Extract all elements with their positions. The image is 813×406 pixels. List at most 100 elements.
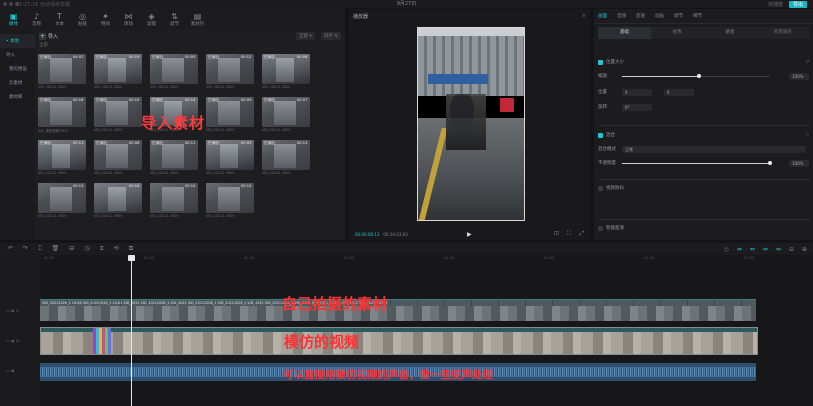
media-thumbnail[interactable]: 00:13 VID_20211..MOV <box>38 183 90 223</box>
opacity-label: 不透明度 <box>598 161 616 166</box>
filter-all-dropdown[interactable]: 全部 ▾ <box>296 32 315 40</box>
track-head-audio[interactable]: ▭ ◉ <box>6 368 15 373</box>
media-thumbnail[interactable]: 已添加 00:11 VID_20211..MOV <box>150 140 202 180</box>
clip-track-labels: VID_20211026_1 13:56 VID_20211026_1 14:0… <box>42 301 388 305</box>
sidebar-item-3[interactable]: · 云素材 <box>0 76 35 90</box>
media-thumbnail[interactable]: 00:16 VID_20211..MOV <box>94 183 146 223</box>
duration-label: 00:05 <box>241 141 252 145</box>
timeline-tool-icon[interactable]: ◷ <box>84 245 89 253</box>
timeline-tool-icon[interactable]: ⌶ <box>38 245 42 253</box>
props-tab-0[interactable]: 画面 <box>598 13 607 19</box>
file-name: VID_20211..MOV <box>206 85 235 89</box>
mix-mode-select[interactable]: 正常 <box>622 145 806 153</box>
toolbar-item-3[interactable]: ◎ 贴纸 <box>71 8 94 30</box>
media-thumbnail[interactable]: 00:15 VID_20211..MOV <box>206 183 258 223</box>
props-tab-4[interactable]: 调节 <box>674 13 683 19</box>
timeline-option-icon[interactable]: ⊖ <box>789 246 794 253</box>
timeline-option-icon[interactable]: ⊕ <box>802 246 807 253</box>
timeline-tool-icon[interactable]: 🗑 <box>52 245 60 253</box>
timeline-tool-icon[interactable]: ⧉ <box>129 245 133 253</box>
toolbar-item-5[interactable]: ⋈ 转场 <box>117 8 140 30</box>
media-thumbnail[interactable]: 已添加 04:02 VID_20211..MOV <box>38 54 90 94</box>
props-subtab-1[interactable]: 抠像 <box>651 27 704 39</box>
menu-icon[interactable]: ≡ <box>582 13 586 19</box>
position-label: 位置 <box>598 90 607 95</box>
timeline-toolbar: ↶ ↷ ⌶ 🗑 ⊟ ◷ ⧖ ⟲ ⧉ ◇ ⇔ ⇔ ⇔ ⇔ ⊖ ⊕ <box>0 243 813 255</box>
timeline-option-icon[interactable]: ◇ <box>724 246 729 253</box>
sidebar-item-4[interactable]: · 素材库 <box>0 90 35 104</box>
blend-reset-icon[interactable]: ◇ <box>806 133 809 138</box>
timeline-option-icon[interactable]: ⇔ <box>763 246 768 253</box>
media-thumbnail[interactable]: 00:10 VID_20211..MOV <box>150 183 202 223</box>
props-subtab-0[interactable]: 基础 <box>598 27 651 39</box>
toolbar-item-4[interactable]: ✦ 特效 <box>94 8 117 30</box>
media-thumbnail[interactable]: 已添加 00:09 VID_20211..MOV <box>206 97 258 137</box>
playhead[interactable] <box>131 255 132 406</box>
timeline-tool-icon[interactable]: ↷ <box>23 245 28 253</box>
timeline-tool-icon[interactable]: ⧖ <box>100 245 104 253</box>
timeline-tool-icon[interactable]: ↶ <box>8 245 13 253</box>
sort-button[interactable]: 排序 ⇅ <box>320 32 341 40</box>
timeline-option-icon[interactable]: ⇔ <box>737 246 742 253</box>
timeline-tool-icon[interactable]: ⟲ <box>114 245 119 253</box>
main-video-track[interactable] <box>40 327 758 355</box>
duration-label: 00:13 <box>297 141 308 145</box>
media-thumbnail[interactable]: 已添加 00:07 VID_20211..MOV <box>262 97 314 137</box>
position-size-checkbox[interactable] <box>598 59 603 65</box>
toolbar-item-0[interactable]: ▣ 媒体 <box>2 8 25 30</box>
sidebar-item-0[interactable]: • 本地 <box>0 34 35 48</box>
timeline-option-icon[interactable]: ⇔ <box>776 246 781 253</box>
scale-slider[interactable] <box>622 73 770 78</box>
overlay-clip-track[interactable]: VID_20211026_1 13:56 VID_20211026_1 14:0… <box>40 299 756 321</box>
media-thumbnail[interactable]: 已添加 00:16 4/6..录制视频.MOV <box>38 97 90 137</box>
time-ruler[interactable]: 00:00 00:20 00:40 01:00 01:20 01:40 02:00 02:20 <box>40 255 813 263</box>
props-subtab-3[interactable]: 背景填充 <box>756 27 809 39</box>
reset-icon[interactable]: ↺ <box>805 60 809 65</box>
props-tab-1[interactable]: 音频 <box>617 13 626 19</box>
opacity-slider[interactable] <box>622 160 772 165</box>
media-thumbnail[interactable]: 已添加 00:13 VID_20211..MOV <box>262 140 314 180</box>
timeline-option-icon[interactable]: ⇔ <box>750 246 755 253</box>
sidebar-item-1[interactable]: 导入 <box>0 48 35 62</box>
props-tab-5[interactable]: 细节 <box>693 13 702 19</box>
media-thumbnail[interactable]: 已添加 00:10 VID_20211..MOV <box>94 97 146 137</box>
toolbar-item-2[interactable]: T 文本 <box>48 8 71 30</box>
toolbar-item-1[interactable]: ♪ 音频 <box>25 8 48 30</box>
duration-label: 04:02 <box>73 55 84 59</box>
toolbar-item-6[interactable]: ◈ 滤镜 <box>140 8 163 30</box>
stabilize-label: 视频防抖 <box>606 186 624 191</box>
scale-value[interactable]: 100% <box>789 72 809 80</box>
video-preview[interactable] <box>417 27 525 221</box>
media-thumbnail[interactable]: 已添加 00:11 VID_20211..MOV <box>38 140 90 180</box>
media-thumbnail[interactable]: 已添加 00:05 VID_20211..MOV <box>206 140 258 180</box>
ratio-icon[interactable]: ⛶ <box>567 230 571 238</box>
import-button[interactable]: + 导入 <box>39 32 58 40</box>
crop-icon[interactable]: ⊡ <box>554 230 559 238</box>
media-thumbnail[interactable]: 已添加 00:12 VID_20211..MOV <box>206 54 258 94</box>
track-head-clips[interactable]: ▭ ◉ ◎ <box>6 308 19 313</box>
fullscreen-icon[interactable]: ⤢ <box>579 230 584 238</box>
playhead-handle[interactable] <box>128 255 135 261</box>
toolbar-item-8[interactable]: ▤ 素材包 <box>186 8 209 30</box>
position-x[interactable]: 0 <box>622 88 652 96</box>
play-icon[interactable]: ▶ <box>467 231 472 238</box>
track-head-main[interactable]: ▭ ◉ ◎ <box>6 338 19 343</box>
sidebar-item-2[interactable]: · 我的预设 <box>0 62 35 76</box>
media-thumbnail[interactable]: 已添加 00:19 VID_20211..MOV <box>94 54 146 94</box>
position-y[interactable]: 0 <box>664 88 694 96</box>
media-thumbnail[interactable]: 已添加 00:05 VID_20211..MOV <box>150 54 202 94</box>
toolbar-item-7[interactable]: ⇅ 调节 <box>163 8 186 30</box>
export-button[interactable]: 导出 <box>788 1 807 8</box>
props-tab-2[interactable]: 变速 <box>636 13 645 19</box>
opacity-value[interactable]: 100% <box>789 159 809 167</box>
ai-hd-checkbox[interactable] <box>598 225 603 231</box>
rotate-value[interactable]: 0° <box>622 103 652 111</box>
timeline-tool-icon[interactable]: ⊟ <box>69 245 74 253</box>
props-tab-3[interactable]: 动画 <box>655 13 664 19</box>
media-thumbnail[interactable]: 已添加 00:08 VID_20211..MOV <box>262 54 314 94</box>
shortcut-button[interactable]: 快捷键 <box>768 1 783 8</box>
media-thumbnail[interactable]: 已添加 00:06 VID_20211..MOV <box>94 140 146 180</box>
props-subtab-2[interactable]: 蒙版 <box>704 27 757 39</box>
blend-checkbox[interactable] <box>598 132 603 138</box>
stabilize-checkbox[interactable] <box>598 185 603 191</box>
